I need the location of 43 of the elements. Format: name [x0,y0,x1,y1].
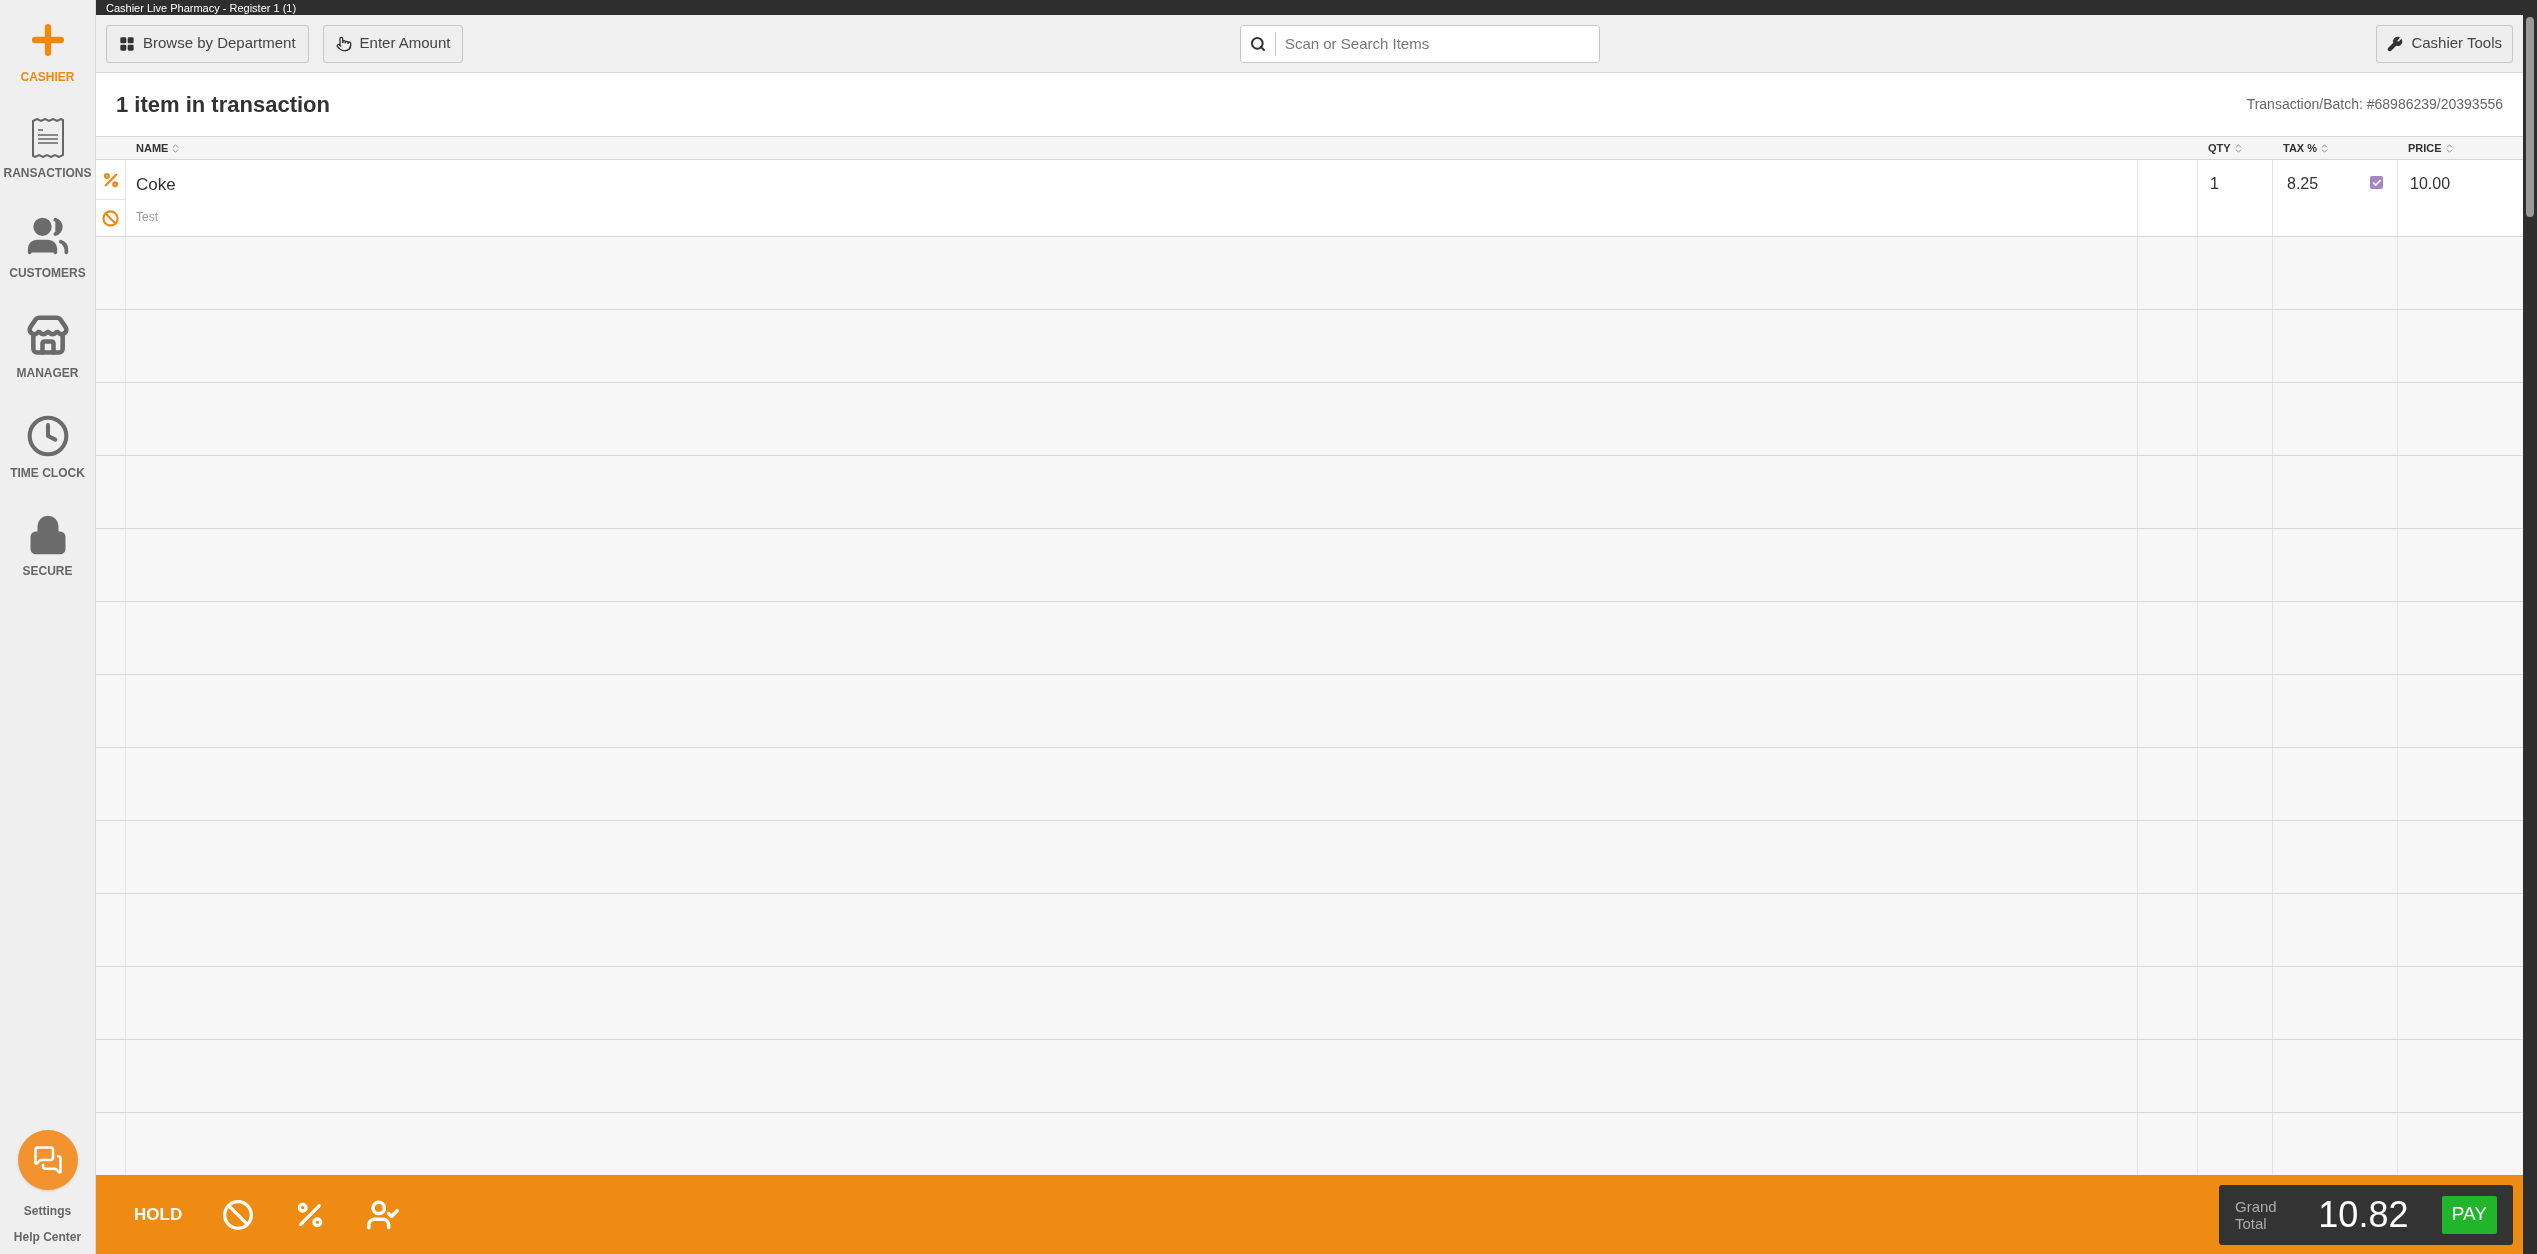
sidebar-link[interactable]: Settings [23,1202,72,1220]
sidebar-item[interactable]: TIME CLOCK [0,414,95,482]
tax-checkbox[interactable] [2370,176,2383,189]
store-icon [25,314,70,358]
search-icon [1249,35,1266,52]
void-button[interactable] [222,1198,255,1231]
percent-icon [101,170,120,189]
sidebar-item[interactable]: RANSACTIONS [0,118,95,182]
search-field[interactable]: Scan or Search Items [1239,24,1600,63]
hand-pointer-icon [335,35,352,52]
clock-icon [25,414,70,458]
toolbar-button[interactable]: Browse by Department [106,24,309,63]
item-note: Test [136,208,159,226]
chat-button[interactable] [17,1130,78,1190]
column-header[interactable]: QTY [2198,139,2273,157]
item-qty: 1 [2210,175,2219,192]
column-header[interactable]: PRICE [2398,139,2523,157]
scrollbar[interactable] [2523,15,2537,1254]
column-header[interactable]: TAX % [2273,139,2398,157]
transaction-batch: Transaction/Batch: #68986239/20393556 [2246,95,2503,114]
void-icon [222,1198,255,1231]
chat-icon [32,1145,63,1175]
sidebar-item[interactable]: CUSTOMERS [0,214,95,282]
cashier-tools-button[interactable]: Cashier Tools [2376,24,2513,63]
item-name: Coke [136,174,177,196]
wrench-icon [2387,35,2404,52]
check-icon [2371,177,2382,188]
receipt-icon [30,118,65,158]
column-header[interactable]: NAME [136,139,2198,157]
void-icon [102,209,119,227]
grand-total-label: Grand Total [2235,1197,2278,1232]
sidebar-item[interactable]: SECURE [0,514,95,580]
item-tax: 8.25 [2287,174,2319,194]
item-row[interactable]: Coke Test 1 8.25 10.00 [96,160,2523,237]
window-title: Cashier Live Pharmacy - Register 1 (1) [106,1,297,14]
sidebar-link[interactable]: Help Center [13,1228,82,1246]
item-price: 10.00 [2410,175,2451,192]
sidebar-item[interactable]: MANAGER [0,314,95,382]
toolbar-button[interactable]: Enter Amount [322,24,464,63]
grid-icon [119,35,135,52]
transaction-heading: 1 item in transaction [116,91,330,119]
grand-total-value: 10.82 [2317,1192,2410,1237]
pay-button[interactable]: PAY [2441,1195,2497,1234]
